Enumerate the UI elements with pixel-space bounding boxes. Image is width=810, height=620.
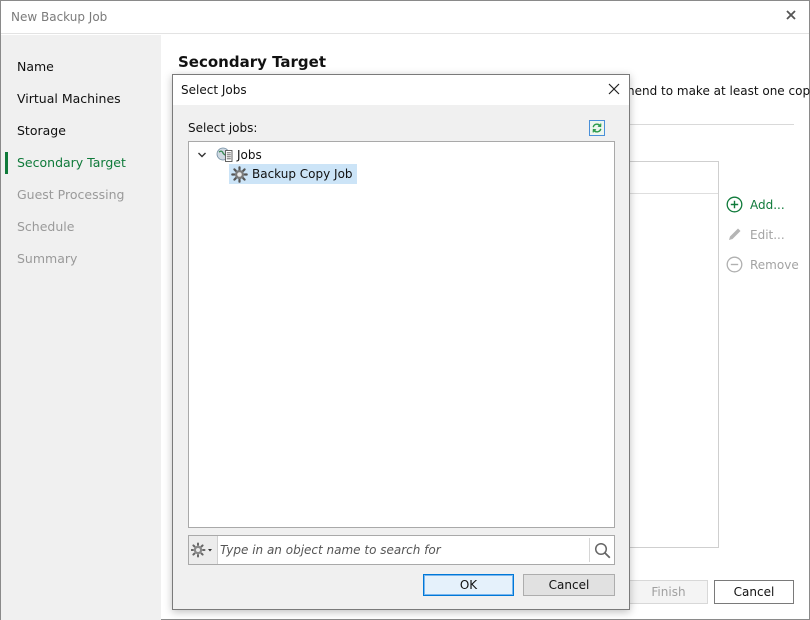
remove-button-label: Remove bbox=[750, 257, 799, 272]
jobs-folder-icon bbox=[216, 147, 233, 162]
select-jobs-dialog: Select Jobs Select jobs: Jobs Backup Cop… bbox=[172, 74, 630, 610]
search-icon[interactable] bbox=[594, 542, 611, 559]
select-jobs-label: Select jobs: bbox=[188, 121, 258, 135]
edit-button-label: Edit... bbox=[750, 227, 785, 242]
page-title: Secondary Target bbox=[178, 53, 327, 71]
secondary-jobs-list[interactable] bbox=[629, 161, 719, 548]
step-virtual-machines[interactable]: Virtual Machines bbox=[17, 91, 121, 106]
dialog-cancel-button[interactable]: Cancel bbox=[523, 574, 615, 596]
add-button-label: Add... bbox=[750, 197, 785, 212]
step-secondary-target[interactable]: Secondary Target bbox=[17, 155, 126, 170]
step-name[interactable]: Name bbox=[17, 59, 54, 74]
gear-icon bbox=[231, 165, 248, 183]
page-description: nend to make at least one copy bbox=[627, 84, 810, 98]
search-box bbox=[188, 535, 615, 565]
add-button[interactable]: Add... bbox=[726, 196, 785, 213]
chevron-down-icon[interactable] bbox=[196, 149, 208, 161]
plus-circle-icon bbox=[726, 196, 743, 213]
step-guest-processing: Guest Processing bbox=[17, 187, 125, 202]
refresh-icon[interactable] bbox=[589, 120, 605, 136]
list-header bbox=[630, 162, 718, 194]
finish-button[interactable]: Finish bbox=[629, 580, 708, 604]
dialog-title: Select Jobs bbox=[181, 83, 247, 97]
step-schedule: Schedule bbox=[17, 219, 75, 234]
step-storage[interactable]: Storage bbox=[17, 123, 66, 138]
wizard-cancel-button[interactable]: Cancel bbox=[714, 580, 794, 604]
tree-node-backup-copy-job[interactable]: Backup Copy Job bbox=[229, 164, 357, 184]
tree-node-backup-copy-job-label: Backup Copy Job bbox=[252, 167, 353, 181]
step-summary: Summary bbox=[17, 251, 78, 266]
jobs-tree[interactable]: Jobs Backup Copy Job bbox=[188, 141, 615, 528]
dialog-titlebar: Select Jobs bbox=[173, 75, 629, 105]
remove-button[interactable]: Remove bbox=[726, 256, 799, 273]
tree-node-jobs[interactable]: Jobs bbox=[196, 145, 262, 164]
window-close-icon[interactable] bbox=[783, 7, 799, 23]
dialog-close-icon[interactable] bbox=[607, 82, 621, 96]
new-backup-job-window: New Backup Job Name Virtual Machines Sto… bbox=[0, 0, 810, 620]
wizard-steps-sidebar: Name Virtual Machines Storage Secondary … bbox=[1, 35, 161, 620]
edit-button[interactable]: Edit... bbox=[726, 226, 785, 243]
tree-node-jobs-label: Jobs bbox=[237, 147, 262, 162]
search-divider bbox=[589, 538, 590, 562]
gear-dropdown-icon bbox=[191, 542, 212, 558]
minus-circle-icon bbox=[726, 256, 743, 273]
header-divider bbox=[627, 124, 794, 125]
search-options-button[interactable] bbox=[189, 536, 218, 564]
search-input[interactable] bbox=[220, 540, 580, 560]
window-title: New Backup Job bbox=[11, 10, 108, 24]
window-titlebar: New Backup Job bbox=[1, 1, 809, 34]
active-step-indicator bbox=[5, 152, 8, 174]
ok-button[interactable]: OK bbox=[423, 574, 514, 596]
pencil-icon bbox=[729, 228, 741, 240]
